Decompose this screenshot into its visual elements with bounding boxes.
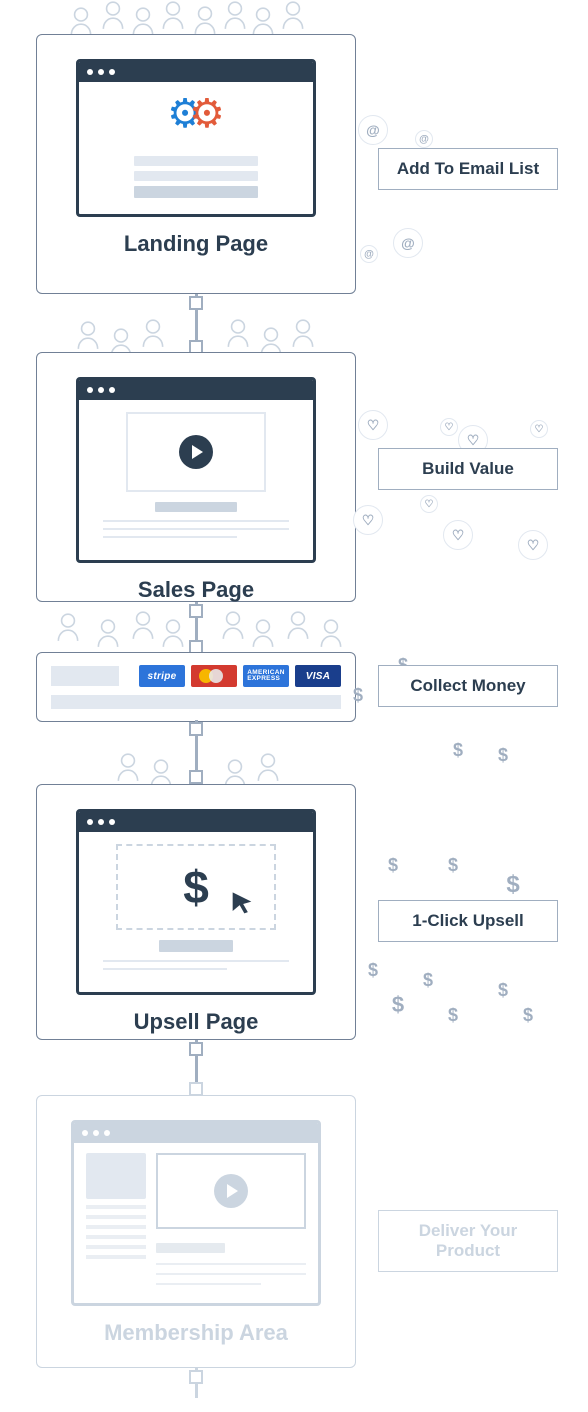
upsell-dropzone: $ xyxy=(116,844,276,930)
dollar-icon: $ xyxy=(443,735,473,765)
funnel-step-sales: Sales Page xyxy=(36,352,356,602)
user-avatar-icon xyxy=(250,6,276,36)
stripe-logo: stripe xyxy=(139,665,185,687)
connector-joint xyxy=(189,770,203,784)
browser-mock: $ xyxy=(76,809,316,995)
sidebar-placeholder xyxy=(86,1153,146,1289)
user-avatar-icon xyxy=(95,618,121,648)
user-avatar-icon xyxy=(318,618,344,648)
user-avatar-icon xyxy=(140,318,166,348)
email-at-icon: @ xyxy=(360,245,378,263)
result-label: Build Value xyxy=(422,459,514,478)
gears-icon: ⚙⚙ xyxy=(93,94,299,144)
result-label: Deliver Your Product xyxy=(419,1221,518,1260)
browser-titlebar xyxy=(79,812,313,832)
dollar-icon: $ xyxy=(498,870,528,900)
amex-logo: AMERICANEXPRESS xyxy=(243,665,289,687)
mastercard-logo xyxy=(191,665,237,687)
step-label: Membership Area xyxy=(37,1312,355,1360)
email-at-icon: @ xyxy=(415,130,433,148)
connector-joint xyxy=(189,1082,203,1096)
play-icon xyxy=(179,435,213,469)
dollar-icon: $ xyxy=(358,955,388,985)
user-avatar-icon xyxy=(75,320,101,350)
connector-joint xyxy=(189,1370,203,1384)
browser-titlebar xyxy=(74,1123,318,1143)
user-avatar-icon xyxy=(160,618,186,648)
result-label: 1-Click Upsell xyxy=(412,911,524,930)
user-avatar-icon xyxy=(100,0,126,30)
video-placeholder xyxy=(156,1153,306,1229)
heart-icon: ♡ xyxy=(353,505,383,535)
step-label: Landing Page xyxy=(37,223,355,271)
result-one-click-upsell: 1-Click Upsell xyxy=(378,900,558,942)
dollar-icon: $ xyxy=(183,860,209,914)
connector-joint xyxy=(189,722,203,736)
connector-joint xyxy=(189,296,203,310)
heart-icon: ♡ xyxy=(420,495,438,513)
result-build-value: Build Value xyxy=(378,448,558,490)
result-collect-money: Collect Money xyxy=(378,665,558,707)
dollar-icon: $ xyxy=(438,1000,468,1030)
connector-joint xyxy=(189,604,203,618)
cursor-icon xyxy=(228,890,256,918)
payment-brands-row: stripe AMERICANEXPRESS VISA xyxy=(51,665,341,687)
browser-mock xyxy=(71,1120,321,1306)
user-avatar-icon xyxy=(280,0,306,30)
dollar-icon: $ xyxy=(378,850,408,880)
result-add-to-email-list: Add To Email List xyxy=(378,148,558,190)
connector-joint xyxy=(189,1042,203,1056)
dollar-icon: $ xyxy=(383,990,413,1020)
browser-mock xyxy=(76,377,316,563)
dollar-icon: $ xyxy=(413,965,443,995)
user-avatar-icon xyxy=(115,752,141,782)
funnel-step-landing: ⚙⚙ Landing Page xyxy=(36,34,356,294)
browser-mock: ⚙⚙ xyxy=(76,59,316,217)
user-avatar-icon xyxy=(222,0,248,30)
browser-titlebar xyxy=(79,380,313,400)
user-avatar-icon xyxy=(290,318,316,348)
funnel-step-membership: Membership Area xyxy=(36,1095,356,1368)
user-avatar-icon xyxy=(130,6,156,36)
user-avatar-icon xyxy=(250,618,276,648)
result-label: Collect Money xyxy=(410,676,525,695)
video-placeholder xyxy=(126,412,266,492)
visa-logo: VISA xyxy=(295,665,341,687)
dollar-icon: $ xyxy=(488,975,518,1005)
funnel-step-checkout: stripe AMERICANEXPRESS VISA xyxy=(36,652,356,722)
result-label: Add To Email List xyxy=(397,159,539,178)
heart-icon: ♡ xyxy=(518,530,548,560)
user-avatar-icon xyxy=(68,6,94,36)
email-at-icon: @ xyxy=(358,115,388,145)
dollar-icon: $ xyxy=(513,1000,543,1030)
email-at-icon: @ xyxy=(393,228,423,258)
heart-icon: ♡ xyxy=(530,420,548,438)
dollar-icon: $ xyxy=(438,850,468,880)
heart-icon: ♡ xyxy=(440,418,458,436)
heart-icon: ♡ xyxy=(358,410,388,440)
play-icon xyxy=(214,1174,248,1208)
user-avatar-icon xyxy=(192,5,218,35)
funnel-step-upsell: $ Upsell Page xyxy=(36,784,356,1040)
dollar-icon: $ xyxy=(488,740,518,770)
result-deliver-product: Deliver Your Product xyxy=(378,1210,558,1272)
user-avatar-icon xyxy=(160,0,186,30)
heart-icon: ♡ xyxy=(443,520,473,550)
user-avatar-icon xyxy=(225,318,251,348)
browser-titlebar xyxy=(79,62,313,82)
user-avatar-icon xyxy=(255,752,281,782)
